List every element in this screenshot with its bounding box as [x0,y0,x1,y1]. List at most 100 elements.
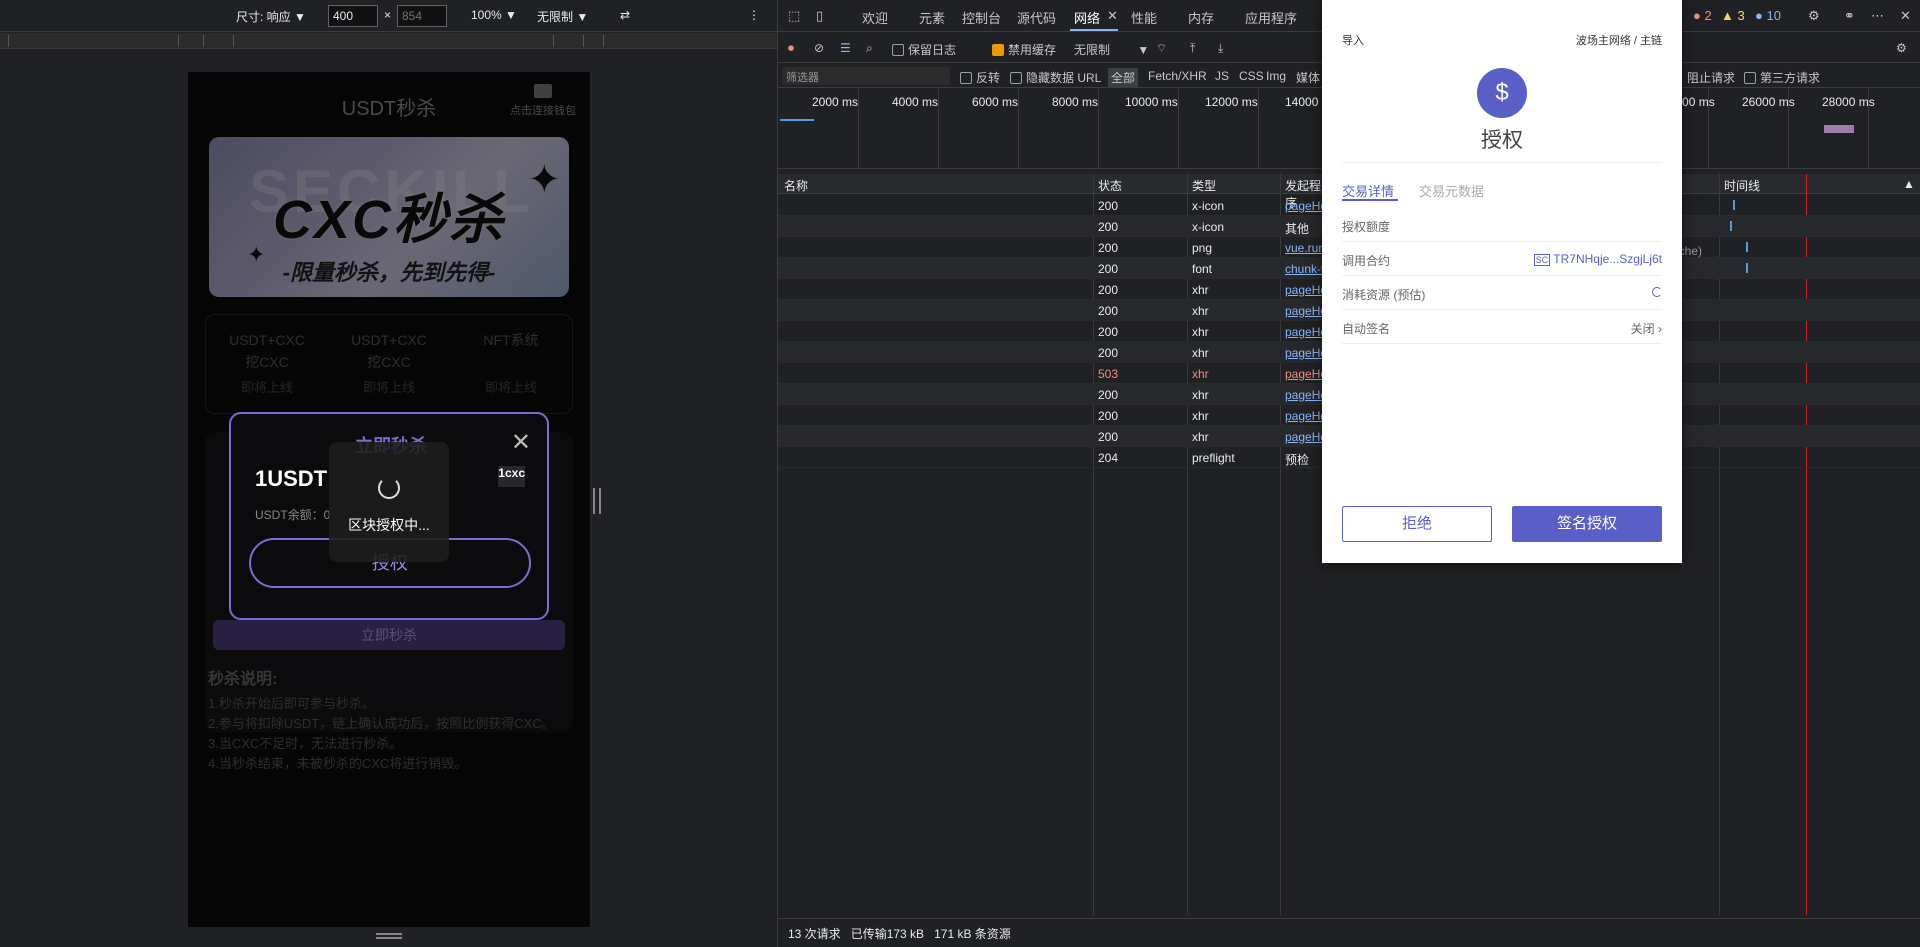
throttle-dropdown[interactable]: 无限制 ▼ [537,8,588,25]
inspect-icon[interactable]: ⬚ [788,8,800,24]
sort-up-icon[interactable]: ▲ [1903,177,1915,191]
request-status: 200 [1098,283,1119,297]
filter-type[interactable]: Fetch/XHR [1148,69,1207,83]
export-icon[interactable]: ⤓ [1218,41,1223,56]
error-count: 2 [1704,8,1712,23]
device-emulation-pane: 尺寸: 响应 ▼ × 100% ▼ 无限制 ▼ ⇄ ⋮ USDT秒杀 点击连接钱… [0,0,777,947]
blocked-requests-checkbox[interactable]: 阻止请求 [1675,69,1735,86]
invert-checkbox[interactable]: 反转 [960,69,1000,86]
throttle-select[interactable]: 无限制 ▼ [1074,41,1149,58]
filter-icon[interactable]: ☰ [840,41,851,55]
disable-cache-checkbox[interactable]: 禁用缓存 [992,41,1056,58]
contract-address-link[interactable]: SC TR7NHqje...SzgjLj6t [1533,252,1662,266]
record-icon[interactable]: ⏺ [788,41,794,56]
rotate-icon[interactable]: ⇄ [620,8,630,22]
tab-elements[interactable]: 元素 [919,8,945,27]
waterfall-bar [1733,200,1735,210]
request-initiator[interactable]: pageHo [1285,367,1325,381]
third-party-checkbox[interactable]: 第三方请求 [1744,69,1820,86]
wallet-popup: 导入 波场主网络 / 主链 $ 授权 交易详情 交易元数据 授权额度 调用合约 … [1322,0,1682,563]
request-type: xhr [1192,325,1209,339]
checkbox-box [960,72,972,84]
third-party-label: 第三方请求 [1760,71,1821,85]
request-initiator[interactable]: pageHo [1285,199,1325,213]
resize-handle-vertical[interactable] [593,488,601,514]
tab-transaction-metadata[interactable]: 交易元数据 [1419,181,1484,200]
field-approval-amount: 授权额度 [1342,208,1662,242]
col-waterfall[interactable]: 时间线 [1724,177,1760,194]
filter-type[interactable]: 媒体 [1296,69,1320,86]
request-initiator[interactable]: pageHo [1285,304,1325,318]
tab-memory[interactable]: 内存 [1188,8,1214,27]
col-type[interactable]: 类型 [1192,177,1216,194]
authorize-hand-icon: $ [1477,68,1527,118]
request-initiator[interactable]: pageHo [1285,346,1325,360]
info-badge[interactable]: ● 10 [1755,8,1781,23]
request-type: font [1192,262,1213,276]
close-tab-icon[interactable]: ✕ [1107,8,1118,24]
request-initiator[interactable]: 预检 [1285,451,1325,468]
height-input[interactable] [397,5,447,27]
filter-type[interactable]: Img [1266,69,1286,83]
more-icon[interactable]: ⋮ [748,8,760,22]
request-initiator[interactable]: 其他 [1285,220,1325,237]
loading-icon [1652,286,1662,300]
preserve-log-checkbox[interactable]: 保留日志 [892,41,956,58]
request-initiator[interactable]: pageHo [1285,409,1325,423]
gear-icon[interactable]: ⚙ [1808,8,1820,24]
connections-icon[interactable]: ⚭ [1844,8,1855,24]
tab-console[interactable]: 控制台 [962,8,1001,27]
request-initiator[interactable]: pageHo [1285,430,1325,444]
dimensions-dropdown[interactable]: 尺寸: 响应 ▼ [236,8,306,25]
tab-application[interactable]: 应用程序 [1245,8,1297,27]
clear-icon[interactable]: ⊘ [814,41,824,55]
wifi-icon[interactable]: ⌔ [1156,41,1167,56]
zoom-dropdown[interactable]: 100% ▼ [471,8,517,22]
filter-type[interactable]: CSS [1239,69,1264,83]
close-icon[interactable]: ✕ [511,428,531,457]
request-status: 200 [1098,388,1119,402]
field-auto-sign[interactable]: 自动签名 关闭 › [1342,310,1662,344]
import-link[interactable]: 导入 [1342,32,1364,48]
resize-handle-horizontal[interactable] [376,933,402,939]
request-initiator[interactable]: pageHo [1285,325,1325,339]
timeline-label: 28000 ms [1822,95,1875,109]
warning-badge[interactable]: ▲ 3 [1721,8,1745,23]
tab-network[interactable]: 网络 [1074,8,1100,27]
search-icon[interactable]: ⌕ [866,41,873,56]
close-icon[interactable]: ✕ [1900,8,1911,24]
filter-type[interactable]: JS [1215,69,1229,83]
width-input[interactable] [328,5,378,27]
status-bar: 13 次请求 已传输173 kB 171 kB 条资源 [778,918,1920,947]
tab-welcome[interactable]: 欢迎 [862,8,888,27]
import-icon[interactable]: ⤒ [1190,41,1195,56]
tab-sources[interactable]: 源代码 [1017,8,1056,27]
request-initiator[interactable]: pageHo [1285,283,1325,297]
filter-input[interactable]: 筛选器 [782,67,950,85]
times-sign: × [384,8,392,22]
col-name[interactable]: 名称 [784,177,808,194]
network-settings-icon[interactable]: ⚙ [1896,41,1907,55]
sign-authorize-button[interactable]: 签名授权 [1512,506,1662,542]
request-status: 200 [1098,409,1119,423]
tab-transaction-details[interactable]: 交易详情 [1342,181,1394,200]
tab-performance[interactable]: 性能 [1131,8,1157,27]
col-status[interactable]: 状态 [1098,177,1122,194]
request-type: xhr [1192,430,1209,444]
reject-button[interactable]: 拒绝 [1342,506,1492,542]
request-initiator[interactable]: chunk-v [1285,262,1325,276]
error-badge[interactable]: ● 2 [1693,8,1712,23]
hide-data-url-checkbox[interactable]: 隐藏数据 URL [1010,69,1101,86]
request-status: 200 [1098,241,1119,255]
field-key: 自动签名 [1342,322,1391,336]
filter-all[interactable]: 全部 [1108,68,1139,87]
throttle-label: 无限制 [537,10,574,24]
request-initiator[interactable]: vue.run [1285,241,1325,255]
request-initiator[interactable]: pageHo [1285,388,1325,402]
device-toggle-icon[interactable]: ▯ [816,8,823,24]
more-icon[interactable]: ⋯ [1871,8,1884,24]
auto-sign-value: 关闭 › [1631,320,1662,337]
request-type: preflight [1192,451,1235,465]
network-label[interactable]: 波场主网络 / 主链 [1576,32,1662,48]
device-toolbar: 尺寸: 响应 ▼ × 100% ▼ 无限制 ▼ ⇄ ⋮ [0,0,777,32]
